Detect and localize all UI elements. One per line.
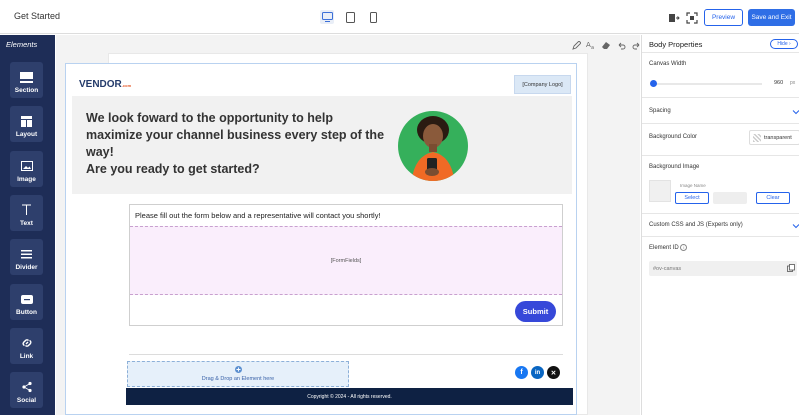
divider-icon (20, 247, 34, 261)
hero-subheading: Are you ready to get started? (86, 162, 260, 176)
element-label: Image (17, 176, 36, 183)
redo-icon[interactable] (631, 40, 641, 50)
save-and-exit-button[interactable]: Save and Exit (748, 9, 795, 26)
disabled-button (713, 192, 747, 204)
tablet-view-icon[interactable] (343, 10, 357, 24)
element-label: Link (19, 353, 34, 360)
slider-handle[interactable] (650, 80, 657, 87)
info-icon[interactable]: i (680, 244, 688, 251)
section-icon (20, 70, 34, 84)
canvas-width-value: 960 (774, 80, 784, 86)
vendor-logo-text: VENDOR (79, 79, 122, 90)
export-icon[interactable] (668, 11, 680, 23)
content-divider (129, 354, 563, 355)
hide-panel-button[interactable]: Hide › (770, 39, 798, 49)
preview-button[interactable]: Preview (704, 9, 743, 26)
hero-heading: We look foward to the opportunity to hel… (86, 111, 385, 159)
undo-icon[interactable] (616, 40, 626, 50)
element-id-label-text: Element ID (649, 245, 679, 251)
panel-divider (642, 213, 799, 214)
bg-image-label: Background Image (649, 164, 700, 170)
form-intro-text: Please fill out the form below and a rep… (135, 211, 381, 220)
canvas-width-unit: px (790, 80, 796, 86)
layout-icon (20, 114, 34, 128)
element-divider[interactable]: Divider (10, 239, 43, 275)
panel-divider (642, 52, 799, 53)
translate-icon[interactable]: Aa (586, 40, 596, 50)
canvas-width-label: Canvas Width (649, 61, 687, 67)
elements-sidebar: Elements Section Layout Image Text Divid… (0, 35, 55, 415)
form-block: Please fill out the form below and a rep… (129, 204, 563, 326)
bg-color-value: transparent (764, 134, 792, 141)
image-icon (20, 159, 34, 173)
element-id-input[interactable] (649, 261, 797, 276)
panel-divider (642, 155, 799, 156)
top-bar: Get Started Preview Save and Exit (0, 0, 799, 34)
element-section[interactable]: Section (10, 62, 43, 98)
element-link[interactable]: Link (10, 328, 43, 364)
footer-bar: Copyright © 2024 - All rights reserved. (126, 388, 573, 405)
select-image-button[interactable]: Select (675, 192, 709, 204)
hero-photo (398, 111, 468, 181)
chevron-down-icon[interactable] (792, 108, 799, 116)
element-label: Text (20, 220, 33, 227)
canvas-width-slider[interactable] (652, 83, 762, 85)
element-text[interactable]: Text (10, 195, 43, 231)
link-icon (20, 336, 34, 350)
eraser-icon[interactable] (601, 40, 611, 50)
clear-image-button[interactable]: Clear (756, 192, 790, 204)
spacing-label[interactable]: Spacing (649, 108, 671, 114)
bg-color-label: Background Color (649, 134, 698, 140)
panel-divider (642, 236, 799, 237)
submit-button[interactable]: Submit (515, 301, 556, 322)
hero-section: We look foward to the opportunity to hel… (72, 96, 572, 194)
image-name-label: Image Name (680, 183, 706, 188)
panel-divider (642, 123, 799, 124)
desktop-view-icon[interactable] (320, 10, 334, 24)
mobile-view-icon[interactable] (366, 10, 380, 24)
linkedin-icon[interactable]: in (531, 366, 544, 379)
element-label: Section (14, 87, 39, 94)
bg-color-picker[interactable]: transparent (749, 130, 799, 145)
button-icon (20, 292, 34, 306)
edit-icon[interactable] (571, 40, 581, 50)
element-label: Button (16, 309, 37, 316)
canvas-toolbar: Aa (571, 40, 641, 50)
element-layout[interactable]: Layout (10, 106, 43, 142)
page-title: Get Started (14, 11, 61, 21)
element-button[interactable]: Button (10, 284, 43, 320)
social-links: f in ✕ (515, 366, 560, 379)
chevron-down-icon[interactable] (792, 222, 799, 230)
svg-text:a: a (591, 45, 594, 50)
copy-icon[interactable] (787, 264, 795, 272)
email-canvas: VENDOR.com [Company Logo] We look foward… (65, 63, 577, 415)
social-icon (20, 380, 34, 394)
element-social[interactable]: Social (10, 372, 43, 408)
facebook-icon[interactable]: f (515, 366, 528, 379)
chevron-right-icon: › (789, 41, 791, 47)
drop-zone-text: Drag & Drop an Element here (201, 376, 275, 382)
properties-panel: Body Properties Hide › Canvas Width 960 … (641, 35, 799, 415)
custom-css-label[interactable]: Custom CSS and JS (Experts only) (649, 222, 743, 228)
image-thumbnail (649, 180, 671, 202)
element-label: Divider (15, 264, 38, 271)
company-logo-placeholder: [Company Logo] (514, 75, 571, 94)
panel-title: Body Properties (649, 40, 703, 49)
text-icon (20, 203, 34, 217)
panel-divider (642, 97, 799, 98)
form-fields-placeholder[interactable]: [FormFields] (130, 226, 562, 295)
vendor-logo: VENDOR.com (79, 79, 131, 90)
element-image[interactable]: Image (10, 151, 43, 187)
element-label: Layout (15, 131, 38, 138)
add-icon (234, 366, 242, 373)
fullscreen-icon[interactable] (686, 11, 698, 24)
x-icon[interactable]: ✕ (547, 366, 560, 379)
sidebar-heading: Elements (6, 40, 38, 49)
element-label: Social (16, 397, 37, 404)
element-id-label: Element ID i (649, 244, 688, 251)
hide-label: Hide (777, 41, 788, 47)
vendor-logo-suffix: .com (121, 83, 132, 88)
transparent-swatch-icon (753, 133, 761, 142)
drop-zone[interactable]: Drag & Drop an Element here (127, 361, 349, 387)
